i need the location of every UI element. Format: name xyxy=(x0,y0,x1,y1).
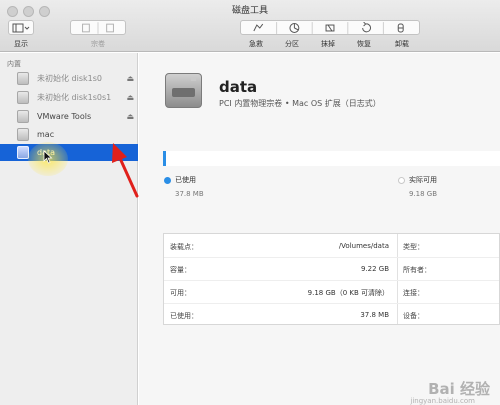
watermark-url: jingyan.baidu.com xyxy=(410,397,475,405)
watermark-logo: Bai 经验 xyxy=(428,380,490,398)
disk-utility-window: 磁盘工具 显示 宗卷 急救 分区 抹掉 恢复 卸载 内置 未初始化 disk1s… xyxy=(0,0,500,405)
annotation-arrow-icon xyxy=(112,143,139,198)
